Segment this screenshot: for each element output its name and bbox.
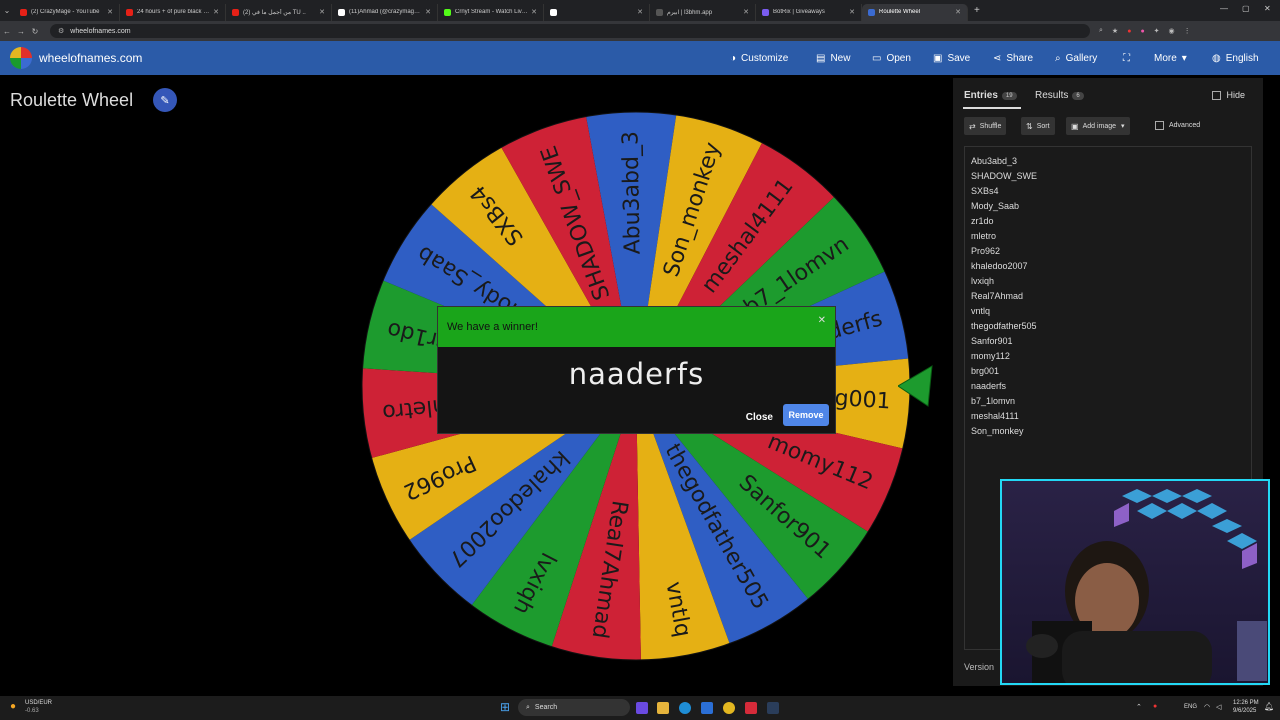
entry-line: vntlq: [971, 306, 991, 316]
tab-entries-label: Entries: [964, 90, 998, 101]
entry-line: SHADOW_SWE: [971, 171, 1038, 181]
sort-button[interactable]: ⇅ Sort: [1021, 117, 1055, 135]
chevron-down-icon: ▾: [1121, 123, 1125, 130]
entry-line: naaderfs: [971, 381, 1007, 391]
add-image-button[interactable]: ▣ Add image ▾: [1066, 117, 1130, 135]
entry-line: Son_monkey: [971, 426, 1024, 436]
weather-icon[interactable]: ●: [10, 701, 16, 712]
entry-line: zr1do: [971, 216, 994, 226]
tab-results-label: Results: [1035, 90, 1069, 101]
taskbar: ● USD/EUR -0.63 ⊞ ⌕ Search ⌃ ● ENG ◠ ◁ 1…: [0, 696, 1280, 720]
wifi-icon[interactable]: ◠: [1204, 703, 1210, 711]
tab-results[interactable]: Results 6: [1035, 90, 1084, 101]
outlook-icon[interactable]: [701, 702, 713, 714]
close-icon[interactable]: ✕: [818, 315, 826, 326]
entry-line: momy112: [971, 351, 1010, 361]
shuffle-icon: ⇄: [969, 121, 976, 131]
winner-dialog: We have a winner! ✕ naaderfs Close Remov…: [437, 306, 836, 434]
edge-icon[interactable]: [679, 702, 691, 714]
advanced-label: Advanced: [1169, 122, 1201, 129]
wheel-slice-label: Abu3abd_3: [618, 131, 645, 255]
entry-line: SXBs4: [971, 186, 999, 196]
version-label: Version: [964, 662, 995, 672]
taskbar-search[interactable]: ⌕ Search: [518, 699, 630, 716]
entry-line: khaledoo2007: [971, 261, 1028, 271]
steam-icon[interactable]: [767, 702, 779, 714]
entry-line: lvxiqh: [971, 276, 995, 286]
taskbar-search-label: Search: [534, 704, 558, 711]
advanced-checkbox-box[interactable]: [1155, 121, 1164, 130]
image-icon: ▣: [1071, 121, 1079, 131]
app-icon[interactable]: [745, 702, 757, 714]
notification-bell-icon[interactable]: 🔔︎: [1264, 702, 1274, 711]
winner-name: naaderfs: [568, 357, 705, 391]
entry-line: Mody_Saab: [971, 201, 1020, 211]
entry-line: meshal4111: [971, 411, 1019, 421]
tray-chevron-icon[interactable]: ⌃: [1136, 703, 1142, 711]
tray-app-icon[interactable]: ●: [1153, 703, 1157, 710]
add-image-label: Add image: [1082, 122, 1117, 130]
entry-line: Abu3abd_3: [971, 156, 1018, 166]
winner-dialog-header: We have a winner! ✕: [438, 307, 835, 347]
webcam-overlay: [1000, 479, 1270, 685]
sort-icon: ⇅: [1026, 121, 1033, 131]
entry-line: mletro: [971, 231, 997, 241]
webcam-image: [1026, 489, 1267, 683]
copilot-icon[interactable]: [636, 702, 648, 714]
wheel-pointer-icon: [898, 365, 933, 407]
shuffle-button[interactable]: ⇄ Shuffle: [964, 117, 1007, 135]
winner-dialog-title: We have a winner!: [447, 321, 538, 333]
entry-line: b7_1lomvn: [971, 396, 1016, 406]
entry-line: brg001: [971, 366, 1000, 376]
entry-line: thegodfather505: [971, 321, 1037, 331]
speaker-icon[interactable]: ◁: [1216, 703, 1221, 711]
entry-line: Sanfor901: [971, 336, 1013, 346]
close-button[interactable]: Close: [746, 412, 773, 423]
advanced-checkbox[interactable]: Advanced: [1155, 121, 1200, 130]
clock-date[interactable]: 9/6/2025: [1233, 708, 1256, 714]
hide-label: Hide: [1226, 90, 1245, 100]
entry-line: Real7Ahmad: [971, 291, 1024, 301]
entry-line: Pro962: [971, 246, 1001, 256]
shuffle-label: Shuffle: [979, 122, 1002, 130]
language-indicator[interactable]: ENG: [1184, 704, 1197, 710]
sort-label: Sort: [1036, 122, 1050, 130]
hide-checkbox-box[interactable]: [1212, 90, 1222, 100]
search-icon: ⌕: [526, 703, 530, 711]
ticker-value: -0.63: [25, 708, 39, 714]
tab-entries[interactable]: Entries 19: [964, 90, 1017, 101]
ticker-label[interactable]: USD/EUR: [25, 700, 52, 706]
remove-button[interactable]: Remove: [783, 404, 829, 426]
start-icon[interactable]: ⊞: [500, 700, 510, 714]
results-count-badge: 6: [1072, 91, 1084, 100]
hide-checkbox[interactable]: Hide: [1212, 90, 1245, 100]
entries-count-badge: 19: [1001, 91, 1017, 100]
file-explorer-icon[interactable]: [657, 702, 669, 714]
clock-time[interactable]: 12:26 PM: [1233, 700, 1259, 706]
active-tab-indicator: [963, 107, 1021, 109]
chrome-icon[interactable]: [723, 702, 735, 714]
